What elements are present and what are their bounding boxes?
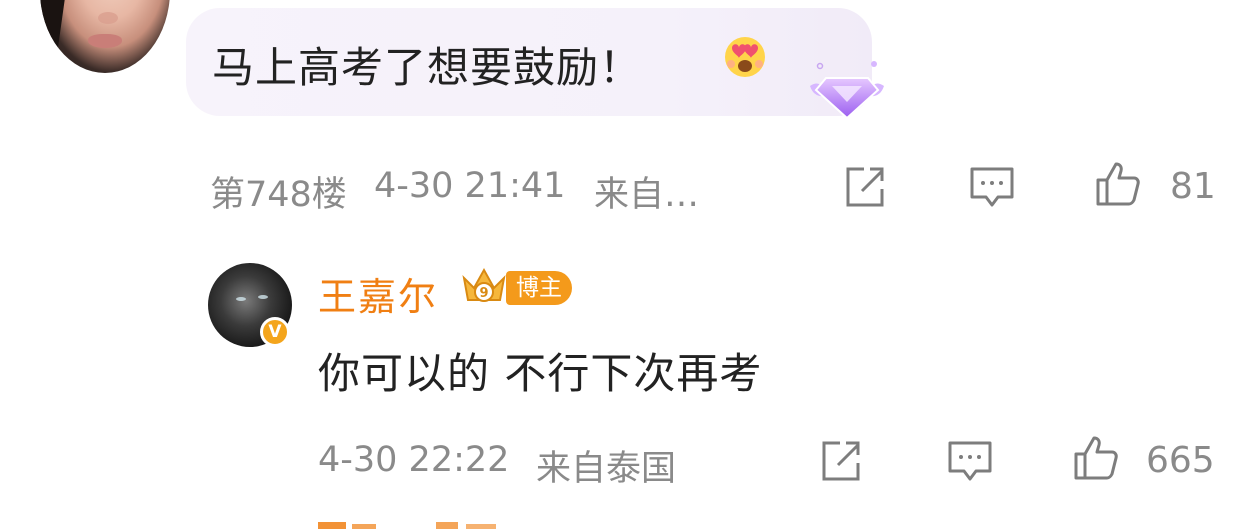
reply-source: 来自泰国: [536, 449, 677, 489]
reply-timestamp: 4-30 22:22: [318, 440, 510, 480]
comment-icon[interactable]: [946, 437, 994, 485]
svg-text:9: 9: [479, 286, 488, 301]
avatar-lips: [88, 34, 122, 48]
floor-label: 第748楼: [210, 175, 347, 215]
thumbs-up-icon[interactable]: [1094, 160, 1142, 208]
comment-text: 马上高考了想要鼓励！: [212, 43, 643, 92]
avatar-hair: [40, 0, 78, 73]
heart-eyes-emoji-icon: [725, 37, 765, 77]
host-tag: 博主: [506, 271, 572, 305]
diamond-badge-icon: [810, 61, 884, 120]
share-icon[interactable]: [840, 163, 888, 211]
like-count: 665: [1146, 440, 1215, 481]
reply-text: 你可以的 不行下次再考: [318, 349, 763, 398]
like-count: 81: [1170, 166, 1216, 207]
verified-badge: V: [260, 317, 290, 347]
share-icon[interactable]: [816, 437, 864, 485]
thumbs-up-icon[interactable]: [1072, 434, 1120, 482]
commenter-avatar[interactable]: [40, 0, 170, 73]
next-reply-cutoff: [318, 522, 496, 529]
avatar-eye: [258, 295, 268, 299]
comment-icon[interactable]: [968, 163, 1016, 211]
comment-source: 来自…: [594, 175, 700, 215]
crown-level-badge-icon: 9: [462, 267, 506, 302]
author-name[interactable]: 王嘉尔: [318, 266, 438, 321]
avatar-eye: [236, 297, 246, 301]
avatar-nose: [98, 12, 118, 24]
comment-timestamp: 4-30 21:41: [374, 166, 566, 206]
